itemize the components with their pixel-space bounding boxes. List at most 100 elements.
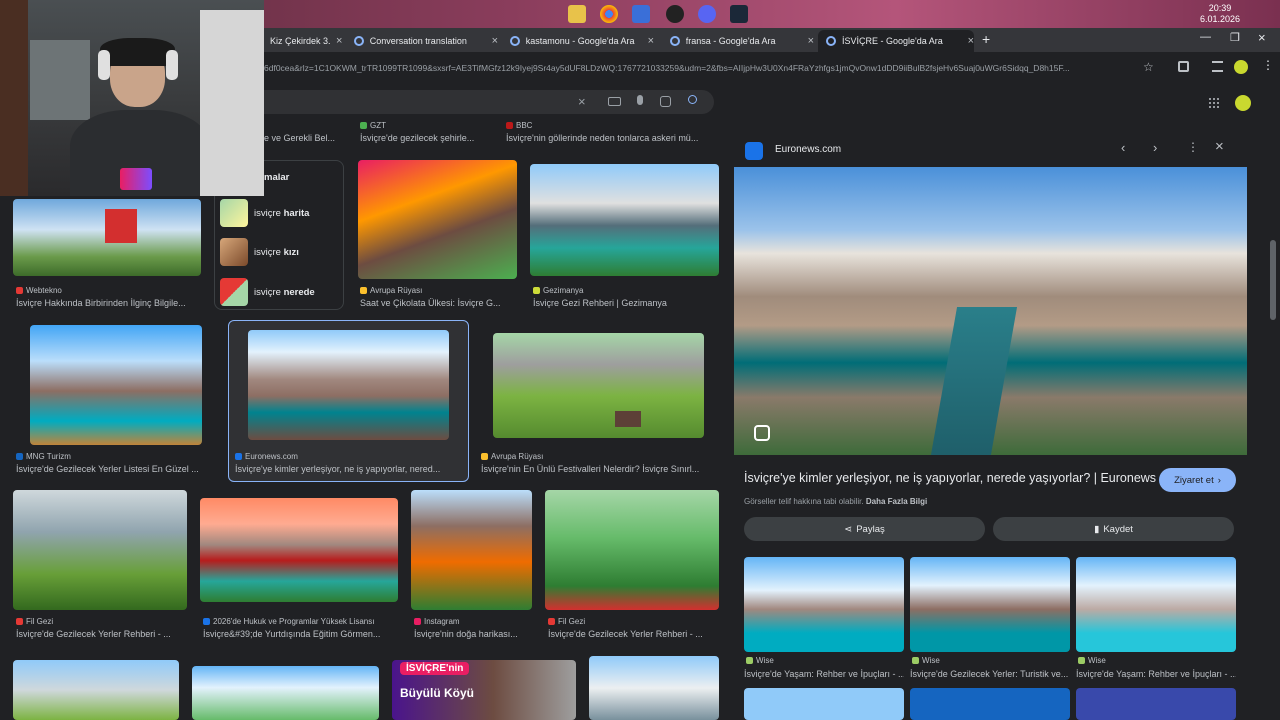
save-button[interactable]: ▮ Kaydet — [993, 517, 1234, 541]
panel-title[interactable]: İsviçre'ye kimler yerleşiyor, ne iş yapı… — [744, 471, 1156, 485]
address-bar[interactable]: 6df0cea&rlz=1C1OKWM_trTR1099TR1099&sxsrf… — [264, 63, 1134, 73]
result-image-banner[interactable]: İSVİÇRE'nin Büyülü Köyü — [392, 660, 576, 720]
result-caption[interactable]: İsviçre'nin doğa harikası... — [414, 629, 532, 639]
source-label: Gezimanya — [543, 286, 584, 295]
result-caption[interactable]: İsviçre'de Gezilecek Yerler Rehberi - ..… — [16, 629, 186, 639]
chip-prefix: isviçre — [254, 286, 281, 298]
share-icon: ⋖ — [844, 523, 853, 535]
tab-2[interactable]: Conversation translation × — [346, 30, 498, 52]
result-image[interactable] — [545, 490, 719, 610]
visit-label: Ziyaret et — [1174, 474, 1214, 486]
result-image[interactable] — [13, 490, 187, 610]
result-caption[interactable]: e ve Gerekli Bel... — [264, 133, 344, 143]
search-input[interactable]: × — [264, 90, 714, 114]
result-image[interactable] — [200, 498, 398, 602]
copyright-text: Görseller telif hakkına tabi olabilir. — [744, 497, 864, 506]
hut-shape — [615, 411, 641, 427]
window-shape — [30, 40, 90, 120]
flag-thumbnail — [220, 278, 248, 306]
result-image[interactable] — [530, 164, 719, 276]
panel-site-name[interactable]: Euronews.com — [775, 144, 841, 155]
result-source: Wise — [912, 656, 940, 665]
share-button[interactable]: ⋖ Paylaş — [744, 517, 985, 541]
result-caption[interactable]: İsviçre'de gezilecek şehirle... — [360, 133, 490, 143]
tab-4[interactable]: fransa - Google'da Ara × — [662, 30, 814, 52]
chrome-icon[interactable] — [600, 5, 618, 23]
related-image[interactable] — [1076, 557, 1236, 652]
result-caption[interactable]: Saat ve Çikolata Ülkesi: İsviçre G... — [360, 298, 515, 308]
preview-image[interactable] — [734, 167, 1247, 455]
bookmark-star-icon[interactable]: ☆ — [1143, 60, 1154, 74]
close-icon[interactable]: × — [336, 35, 342, 47]
maximize-icon[interactable]: ❐ — [1230, 31, 1240, 44]
result-image[interactable] — [13, 660, 179, 720]
media-icon[interactable] — [1212, 61, 1223, 72]
result-image-selected[interactable] — [248, 330, 449, 440]
source-label: Wise — [922, 656, 940, 665]
result-caption[interactable]: İsviçre'de Gezilecek Yerler: Turistik ve… — [910, 669, 1070, 679]
clear-icon[interactable]: × — [578, 94, 586, 109]
result-caption[interactable]: İsviçre&#39;de Yurtdışında Eğitim Görmen… — [203, 629, 398, 639]
result-caption[interactable]: İsviçre'de Gezilecek Yerler Listesi En G… — [16, 464, 216, 474]
lens-icon[interactable] — [660, 96, 671, 107]
more-info-link[interactable]: Daha Fazla Bilgi — [866, 497, 927, 506]
result-image[interactable] — [192, 666, 379, 720]
more-options-icon[interactable]: ⋮ — [1187, 140, 1199, 154]
account-avatar[interactable] — [1233, 93, 1253, 113]
banner-line1: İSVİÇRE'nin — [400, 662, 470, 675]
result-caption[interactable]: İsviçre Hakkında Birbirinden İlginç Bilg… — [16, 298, 201, 308]
scrollbar-thumb[interactable] — [1270, 240, 1276, 320]
app-icon[interactable] — [632, 5, 650, 23]
minimize-icon[interactable]: — — [1200, 31, 1211, 43]
source-label: MNG Turizm — [26, 452, 71, 461]
result-image[interactable] — [30, 325, 202, 445]
profile-avatar[interactable] — [1234, 60, 1248, 74]
result-image[interactable] — [589, 656, 719, 720]
close-icon[interactable]: × — [968, 35, 974, 47]
close-icon[interactable]: × — [492, 35, 498, 47]
related-chip-nerede[interactable]: isviçre nerede — [220, 277, 340, 307]
chevron-left-icon[interactable]: ‹ — [1121, 140, 1125, 155]
extensions-icon[interactable] — [1178, 61, 1189, 72]
menu-dots-icon[interactable]: ⋮ — [1262, 58, 1274, 72]
tab-1[interactable]: Kiz Çekirdek 3... × — [262, 30, 346, 52]
related-image[interactable] — [910, 688, 1070, 720]
close-icon[interactable]: × — [648, 35, 654, 47]
related-chip-harita[interactable]: isviçre harita — [220, 198, 340, 228]
related-image[interactable] — [744, 557, 904, 652]
source-label: Avrupa Rüyası — [491, 452, 544, 461]
lens-search-icon[interactable] — [754, 425, 770, 441]
result-image[interactable] — [411, 490, 532, 610]
result-caption[interactable]: İsviçre'nin En Ünlü Festivalleri Nelerdi… — [481, 464, 716, 474]
result-caption[interactable]: İsviçre'de Yaşam: Rehber ve İpuçları - .… — [744, 669, 904, 679]
result-caption[interactable]: İsviçre'nin göllerinde neden tonlarca as… — [506, 133, 716, 143]
discord-icon[interactable] — [698, 5, 716, 23]
tab-3[interactable]: kastamonu - Google'da Ara × — [502, 30, 654, 52]
new-tab-button[interactable]: + — [982, 31, 990, 47]
tab-5-active[interactable]: İSVİÇRE - Google'da Ara × — [818, 30, 974, 52]
obs-icon[interactable] — [666, 5, 684, 23]
close-icon[interactable]: × — [808, 35, 814, 47]
related-image[interactable] — [1076, 688, 1236, 720]
folder-icon[interactable] — [568, 5, 586, 23]
result-caption[interactable]: İsviçre Gezi Rehberi | Gezimanya — [533, 298, 718, 308]
mic-icon[interactable] — [637, 95, 643, 105]
related-image[interactable] — [744, 688, 904, 720]
result-image[interactable] — [493, 333, 704, 438]
related-image[interactable] — [910, 557, 1070, 652]
result-image[interactable] — [358, 160, 517, 279]
chevron-right-icon[interactable]: › — [1153, 140, 1157, 155]
related-chip-kizi[interactable]: isviçre kızı — [220, 237, 340, 267]
steam-icon[interactable] — [730, 5, 748, 23]
result-caption[interactable]: İsviçre'ye kimler yerleşiyor, ne iş yapı… — [235, 464, 463, 474]
result-caption[interactable]: İsviçre'de Yaşam: Rehber ve İpuçları - .… — [1076, 669, 1236, 679]
result-caption[interactable]: İsviçre'de Gezilecek Yerler Rehberi - ..… — [548, 629, 718, 639]
close-window-icon[interactable]: × — [1258, 30, 1266, 45]
close-icon[interactable]: × — [1215, 138, 1224, 155]
visit-button[interactable]: Ziyaret et › — [1159, 468, 1236, 492]
result-image[interactable] — [13, 199, 201, 276]
keyboard-icon[interactable] — [608, 97, 621, 106]
search-icon[interactable] — [688, 95, 697, 104]
apps-grid-icon[interactable] — [1208, 97, 1220, 109]
clock[interactable]: 20:39 6.01.2026 — [1200, 3, 1240, 25]
